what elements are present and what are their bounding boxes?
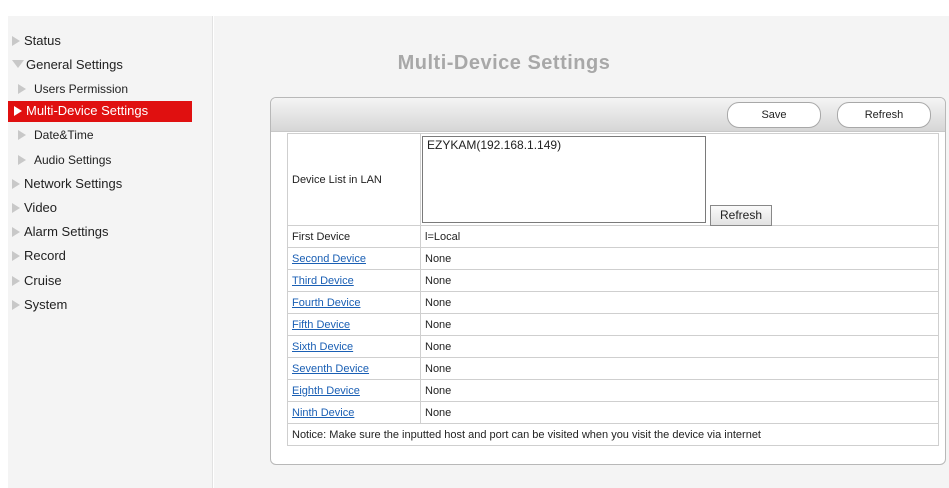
eighth-device-value: None	[420, 379, 939, 402]
sidebar-item-label: Multi-Device Settings	[26, 103, 149, 118]
table-row: Third Device None	[287, 269, 939, 292]
first-device-label: First Device	[287, 225, 421, 248]
device-list-entry[interactable]: EZYKAM(192.168.1.149)	[427, 138, 701, 152]
sidebar-item-label: System	[24, 297, 68, 312]
second-device-link[interactable]: Second Device	[292, 253, 366, 265]
table-row: Notice: Make sure the inputted host and …	[287, 423, 939, 446]
table-row: First Device l=Local	[287, 225, 939, 248]
refresh-button[interactable]: Refresh	[837, 102, 931, 128]
sidebar-item-label: Record	[24, 248, 66, 263]
sidebar-item-label: Video	[24, 200, 58, 215]
sidebar-item-status[interactable]: Status	[12, 31, 61, 51]
sidebar-item-general-settings[interactable]: General Settings	[12, 55, 123, 75]
sidebar-item-label: Status	[24, 33, 61, 48]
table-row: Seventh Device None	[287, 357, 939, 380]
fifth-device-link[interactable]: Fifth Device	[292, 319, 350, 331]
sidebar-item-video[interactable]: Video	[12, 198, 57, 218]
fourth-device-link[interactable]: Fourth Device	[292, 297, 360, 309]
sidebar-item-record[interactable]: Record	[12, 246, 66, 266]
seventh-device-value: None	[420, 357, 939, 380]
sidebar-item-alarm-settings[interactable]: Alarm Settings	[12, 222, 109, 242]
triangle-right-icon	[12, 227, 20, 237]
device-list-label: Device List in LAN	[287, 133, 421, 226]
ninth-device-value: None	[420, 401, 939, 424]
triangle-right-icon	[18, 155, 26, 165]
sidebar-item-audio-settings[interactable]: Audio Settings	[16, 150, 111, 170]
sidebar-item-cruise[interactable]: Cruise	[12, 271, 62, 291]
triangle-right-icon	[12, 203, 20, 213]
device-list-refresh-button[interactable]: Refresh	[710, 205, 772, 226]
save-button[interactable]: Save	[727, 102, 821, 128]
triangle-right-icon	[12, 276, 20, 286]
page-title: Multi-Device Settings	[397, 52, 611, 74]
triangle-right-icon	[12, 179, 20, 189]
triangle-right-icon	[14, 106, 22, 116]
second-device-value: None	[420, 247, 939, 270]
table-row: Ninth Device None	[287, 401, 939, 424]
triangle-right-icon	[12, 36, 20, 46]
settings-card: Save Refresh Device List in LAN First De…	[270, 97, 946, 465]
first-device-value: l=Local	[420, 225, 939, 248]
notice-text: Notice: Make sure the inputted host and …	[287, 423, 939, 446]
sixth-device-link[interactable]: Sixth Device	[292, 341, 353, 353]
sidebar-item-date-time[interactable]: Date&Time	[16, 125, 94, 145]
sidebar-item-system[interactable]: System	[12, 295, 67, 315]
sidebar-item-users-permission[interactable]: Users Permission	[16, 79, 128, 99]
triangle-down-icon	[12, 60, 24, 68]
ninth-device-link[interactable]: Ninth Device	[292, 407, 354, 419]
sidebar-item-network-settings[interactable]: Network Settings	[12, 174, 122, 194]
sixth-device-value: None	[420, 335, 939, 358]
third-device-value: None	[420, 269, 939, 292]
sidebar-item-label: Alarm Settings	[24, 224, 109, 239]
sidebar-item-label: Network Settings	[24, 176, 123, 191]
sidebar-item-label: Cruise	[24, 273, 62, 288]
toolbar: Save Refresh	[271, 98, 945, 132]
triangle-right-icon	[18, 84, 26, 94]
seventh-device-link[interactable]: Seventh Device	[292, 363, 369, 375]
table-row: Second Device None	[287, 247, 939, 270]
sidebar-item-label: Users Permission	[34, 82, 129, 96]
table-row: Fifth Device None	[287, 313, 939, 336]
device-list-box[interactable]: EZYKAM(192.168.1.149)	[422, 136, 706, 223]
sidebar-item-multi-device-settings[interactable]: Multi-Device Settings	[8, 101, 192, 122]
fourth-device-value: None	[420, 291, 939, 314]
table-row: Fourth Device None	[287, 291, 939, 314]
eighth-device-link[interactable]: Eighth Device	[292, 385, 360, 397]
triangle-right-icon	[18, 130, 26, 140]
table-row: Eighth Device None	[287, 379, 939, 402]
triangle-right-icon	[12, 300, 20, 310]
table-row: Sixth Device None	[287, 335, 939, 358]
sidebar-item-label: Date&Time	[34, 128, 94, 142]
fifth-device-value: None	[420, 313, 939, 336]
sidebar-item-label: General Settings	[26, 57, 123, 72]
sidebar-item-label: Audio Settings	[34, 153, 112, 167]
triangle-right-icon	[12, 251, 20, 261]
third-device-link[interactable]: Third Device	[292, 275, 354, 287]
